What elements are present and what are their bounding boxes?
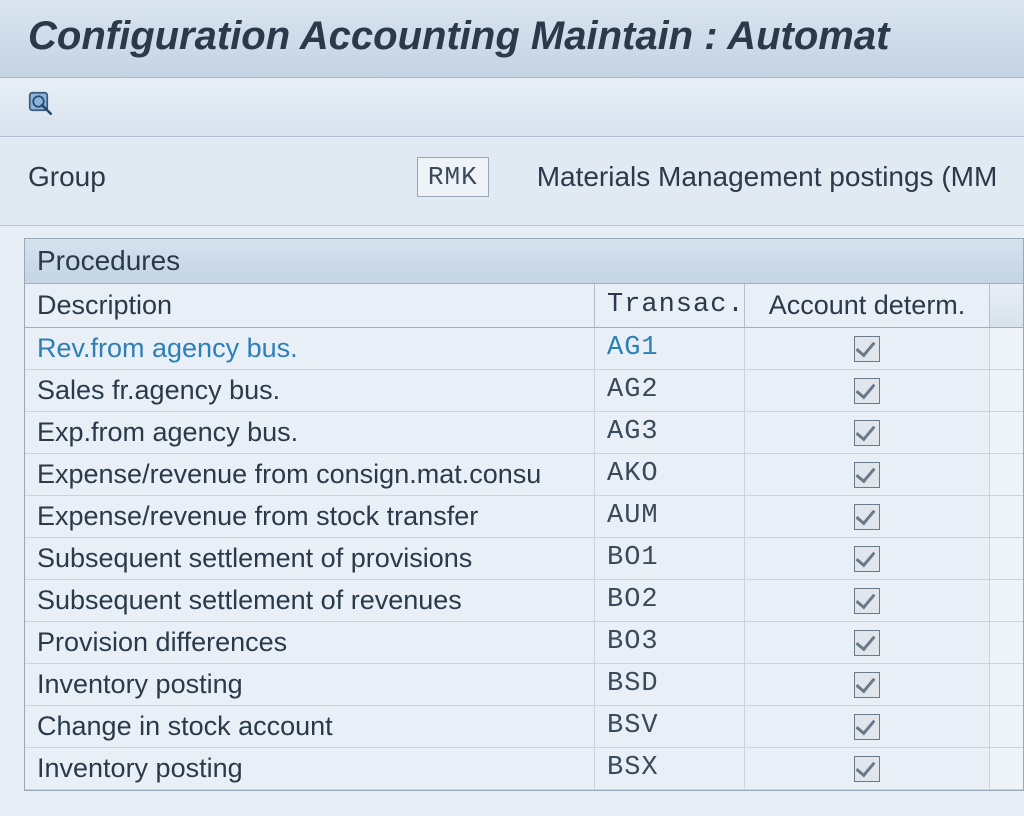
print-preview-icon[interactable] (24, 88, 60, 122)
checkbox-checked-icon (854, 462, 880, 488)
cell-transaction[interactable]: BO1 (595, 538, 745, 579)
cell-description[interactable]: Subsequent settlement of revenues (25, 580, 595, 621)
table-body: Rev.from agency bus.AG1Sales fr.agency b… (25, 328, 1023, 790)
checkbox-checked-icon (854, 672, 880, 698)
col-header-transaction[interactable]: Transac... (595, 284, 745, 327)
group-row: Group RMK Materials Management postings … (0, 137, 1024, 226)
table-row[interactable]: Provision differencesBO3 (25, 622, 1023, 664)
cell-transaction[interactable]: BO3 (595, 622, 745, 663)
cell-account-determ (745, 538, 990, 579)
checkbox-checked-icon (854, 420, 880, 446)
checkbox-checked-icon (854, 714, 880, 740)
cell-transaction[interactable]: AG2 (595, 370, 745, 411)
cell-account-determ (745, 454, 990, 495)
cell-description[interactable]: Change in stock account (25, 706, 595, 747)
table-row[interactable]: Subsequent settlement of revenuesBO2 (25, 580, 1023, 622)
table-row[interactable]: Expense/revenue from stock transferAUM (25, 496, 1023, 538)
cell-account-determ (745, 748, 990, 789)
table-row[interactable]: Sales fr.agency bus.AG2 (25, 370, 1023, 412)
table-row[interactable]: Exp.from agency bus.AG3 (25, 412, 1023, 454)
table-row[interactable]: Inventory postingBSD (25, 664, 1023, 706)
cell-description[interactable]: Expense/revenue from consign.mat.consu (25, 454, 595, 495)
panel-title: Procedures (25, 239, 1023, 284)
checkbox-checked-icon (854, 630, 880, 656)
cell-description[interactable]: Subsequent settlement of provisions (25, 538, 595, 579)
table-row[interactable]: Inventory postingBSX (25, 748, 1023, 790)
procedures-table: Procedures Description Transac... Accoun… (24, 238, 1024, 791)
toolbar (0, 78, 1024, 137)
cell-transaction[interactable]: BO2 (595, 580, 745, 621)
group-label: Group (28, 161, 417, 193)
cell-account-determ (745, 496, 990, 537)
cell-transaction[interactable]: BSV (595, 706, 745, 747)
table-row[interactable]: Rev.from agency bus.AG1 (25, 328, 1023, 370)
cell-description[interactable]: Inventory posting (25, 748, 595, 789)
title-bar: Configuration Accounting Maintain : Auto… (0, 0, 1024, 78)
page-title: Configuration Accounting Maintain : Auto… (28, 14, 996, 59)
cell-account-determ (745, 622, 990, 663)
checkbox-checked-icon (854, 546, 880, 572)
cell-account-determ (745, 328, 990, 369)
table-header: Description Transac... Account determ. (25, 284, 1023, 328)
cell-account-determ (745, 580, 990, 621)
col-header-description[interactable]: Description (25, 284, 595, 327)
cell-account-determ (745, 370, 990, 411)
group-description: Materials Management postings (MM (537, 161, 996, 193)
cell-transaction[interactable]: BSD (595, 664, 745, 705)
cell-transaction[interactable]: AG3 (595, 412, 745, 453)
cell-transaction[interactable]: AKO (595, 454, 745, 495)
cell-account-determ (745, 664, 990, 705)
checkbox-checked-icon (854, 336, 880, 362)
table-row[interactable]: Expense/revenue from consign.mat.consuAK… (25, 454, 1023, 496)
cell-transaction[interactable]: AUM (595, 496, 745, 537)
cell-description[interactable]: Sales fr.agency bus. (25, 370, 595, 411)
checkbox-checked-icon (854, 378, 880, 404)
cell-transaction[interactable]: BSX (595, 748, 745, 789)
cell-description[interactable]: Provision differences (25, 622, 595, 663)
checkbox-checked-icon (854, 588, 880, 614)
cell-description[interactable]: Inventory posting (25, 664, 595, 705)
col-header-account-determ[interactable]: Account determ. (745, 284, 990, 327)
table-row[interactable]: Change in stock accountBSV (25, 706, 1023, 748)
cell-transaction[interactable]: AG1 (595, 328, 745, 369)
checkbox-checked-icon (854, 504, 880, 530)
table-row[interactable]: Subsequent settlement of provisionsBO1 (25, 538, 1023, 580)
cell-description[interactable]: Expense/revenue from stock transfer (25, 496, 595, 537)
group-value[interactable]: RMK (417, 157, 489, 197)
cell-account-determ (745, 412, 990, 453)
cell-description[interactable]: Exp.from agency bus. (25, 412, 595, 453)
checkbox-checked-icon (854, 756, 880, 782)
cell-description[interactable]: Rev.from agency bus. (25, 328, 595, 369)
cell-account-determ (745, 706, 990, 747)
